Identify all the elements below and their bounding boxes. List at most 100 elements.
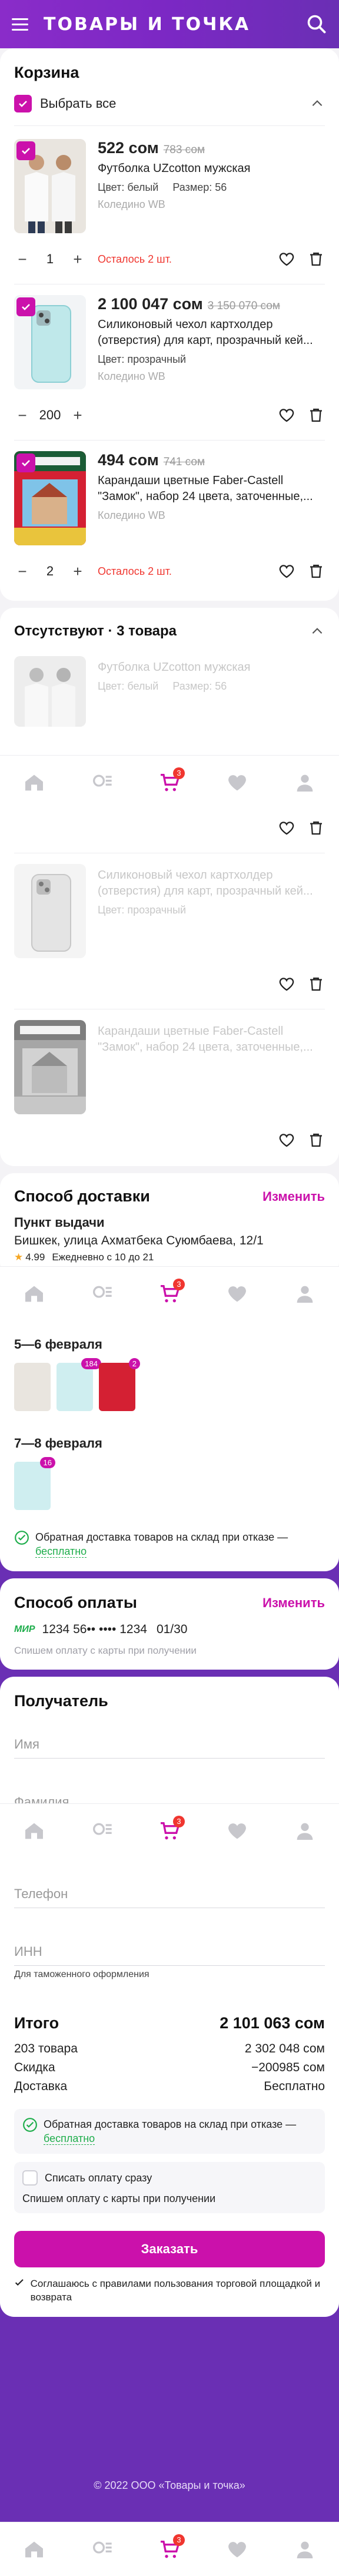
absent-item: Футболка UZcotton мужская Цвет: белый Раз…	[14, 640, 325, 727]
favorites-icon[interactable]	[225, 1819, 249, 1843]
absent-item-name[interactable]: Футболка UZcotton мужская	[98, 660, 325, 676]
profile-icon[interactable]	[293, 1282, 317, 1306]
payment-change-link[interactable]: Изменить	[262, 1595, 325, 1611]
cart-badge: 3	[172, 1815, 185, 1827]
trash-icon[interactable]	[307, 819, 325, 837]
home-icon[interactable]	[22, 1819, 46, 1843]
delivery-value: Бесплатно	[264, 2080, 325, 2093]
search-icon[interactable]	[306, 14, 327, 35]
product-image-phone-case[interactable]	[14, 295, 86, 389]
group-thumb-case[interactable]: 184	[56, 1358, 101, 1411]
inn-field[interactable]: ИНН	[14, 1929, 325, 1966]
increment-button[interactable]: +	[69, 406, 86, 425]
stock-left: Осталось 2 шт.	[98, 565, 172, 577]
trash-icon[interactable]	[307, 1131, 325, 1149]
heart-icon[interactable]	[278, 819, 295, 837]
item-checkbox[interactable]	[16, 297, 35, 316]
home-icon[interactable]	[22, 2538, 46, 2561]
card-expiry: 01/30	[156, 1623, 188, 1636]
catalog-icon[interactable]	[90, 2538, 114, 2561]
decrement-button[interactable]: −	[14, 250, 31, 269]
return-free-link[interactable]: бесплатно	[35, 1545, 87, 1558]
group-thumb-case[interactable]: 16	[14, 1457, 55, 1510]
profile-icon[interactable]	[293, 1819, 317, 1843]
home-icon[interactable]	[22, 1282, 46, 1306]
heart-icon[interactable]	[278, 1131, 295, 1149]
phone-field[interactable]: Телефон	[14, 1872, 325, 1908]
favorites-icon[interactable]	[225, 2538, 249, 2561]
item-checkbox[interactable]	[16, 141, 35, 160]
favorites-icon[interactable]	[225, 771, 249, 794]
profile-icon[interactable]	[293, 771, 317, 794]
delivery-change-link[interactable]: Изменить	[262, 1189, 325, 1204]
bottom-nav: 3	[0, 2522, 339, 2576]
chevron-up-icon[interactable]	[310, 624, 325, 639]
item-checkbox[interactable]	[16, 453, 35, 472]
trash-icon[interactable]	[307, 562, 325, 580]
delivery-title: Способ доставки	[14, 1187, 150, 1205]
profile-icon[interactable]	[293, 2538, 317, 2561]
trash-icon[interactable]	[307, 250, 325, 268]
absent-image-phone-case[interactable]	[14, 864, 86, 958]
group-thumb-pencils[interactable]: 2	[99, 1358, 140, 1411]
first-name-field[interactable]: Имя	[14, 1722, 325, 1759]
decrement-button[interactable]: −	[14, 406, 31, 425]
absent-item-meta: Цвет: белый Размер: 56	[98, 680, 325, 693]
item-controls: − 2 + Осталось 2 шт.	[14, 558, 325, 584]
item-name[interactable]: Карандаши цветные Faber-Castell "Замок",…	[98, 473, 325, 505]
delivery-dates-card: 5—6 февраля 184 2 7—8 февраля 16 Обратна…	[0, 1320, 339, 1571]
payment-note: Спишем оплату с карты при получении	[14, 1645, 197, 1656]
absent-item-name[interactable]: Силиконовый чехол картхолдер (отверстия)…	[98, 868, 325, 899]
catalog-icon[interactable]	[90, 1282, 114, 1306]
summary-discount-row: Скидка −200985 сом	[14, 2061, 325, 2075]
select-all-checkbox[interactable]	[14, 95, 32, 112]
page-content: Корзина Выбрать все 522 сом 783 сом Футбо…	[0, 48, 339, 1283]
heart-icon[interactable]	[278, 406, 295, 424]
cart-nav[interactable]: 3	[158, 2534, 185, 2561]
cart-nav[interactable]: 3	[158, 767, 185, 794]
trash-icon[interactable]	[307, 975, 325, 993]
chevron-up-icon[interactable]	[310, 96, 325, 111]
increment-button[interactable]: +	[69, 250, 86, 269]
heart-icon[interactable]	[278, 250, 295, 268]
menu-icon[interactable]	[12, 14, 33, 35]
product-image-tshirt[interactable]	[14, 139, 86, 233]
increment-button[interactable]: +	[69, 562, 86, 581]
absent-image-pencils[interactable]	[14, 1020, 86, 1114]
favorites-icon[interactable]	[225, 1282, 249, 1306]
quantity-value[interactable]: 2	[46, 564, 54, 579]
product-image-pencils[interactable]	[14, 451, 86, 545]
delivery-group-2: 16	[14, 1457, 325, 1510]
absent-card-continued: Силиконовый чехол картхолдер (отверстия)…	[0, 780, 339, 1166]
home-icon[interactable]	[22, 771, 46, 794]
trash-icon[interactable]	[307, 406, 325, 424]
heart-icon[interactable]	[278, 975, 295, 993]
return-text: Обратная доставка товаров на склад при о…	[35, 1531, 288, 1543]
cart-nav[interactable]: 3	[158, 1278, 185, 1306]
cart-card: Корзина Выбрать все 522 сом 783 сом Футбо…	[0, 48, 339, 601]
order-button[interactable]: Заказать	[14, 2231, 325, 2267]
item-name[interactable]: Силиконовый чехол картхолдер (отверстия)…	[98, 317, 325, 349]
pay-now-checkbox[interactable]	[22, 2170, 38, 2186]
item-controls: − 200 +	[14, 402, 325, 428]
heart-icon[interactable]	[278, 562, 295, 580]
catalog-icon[interactable]	[90, 1819, 114, 1843]
agreement-text[interactable]: Соглашаюсь с правилами пользования торго…	[31, 2277, 325, 2304]
item-name[interactable]: Футболка UZcotton мужская	[98, 161, 325, 177]
star-icon: ★	[14, 1251, 24, 1263]
delivery-group-1: 184 2	[14, 1358, 325, 1411]
decrement-button[interactable]: −	[14, 562, 31, 581]
absent-item-name[interactable]: Карандаши цветные Faber-Castell "Замок",…	[98, 1024, 325, 1055]
quantity-value[interactable]: 1	[46, 251, 54, 267]
cart-nav[interactable]: 3	[158, 1815, 185, 1843]
pay-now-box: Списать оплату сразу Спишем оплату с кар…	[14, 2162, 325, 2213]
check-icon[interactable]	[14, 2277, 25, 2289]
item-meta: Цвет: белый Размер: 56	[98, 181, 325, 194]
return-free-link[interactable]: бесплатно	[44, 2133, 95, 2145]
select-all-label: Выбрать все	[40, 96, 117, 111]
quantity-value[interactable]: 200	[39, 408, 61, 423]
absent-image-tshirt[interactable]	[14, 656, 86, 727]
catalog-icon[interactable]	[90, 771, 114, 794]
summary-header: Итого 2 101 063 сом	[14, 2014, 325, 2032]
group-thumb-tshirt[interactable]	[14, 1363, 51, 1411]
